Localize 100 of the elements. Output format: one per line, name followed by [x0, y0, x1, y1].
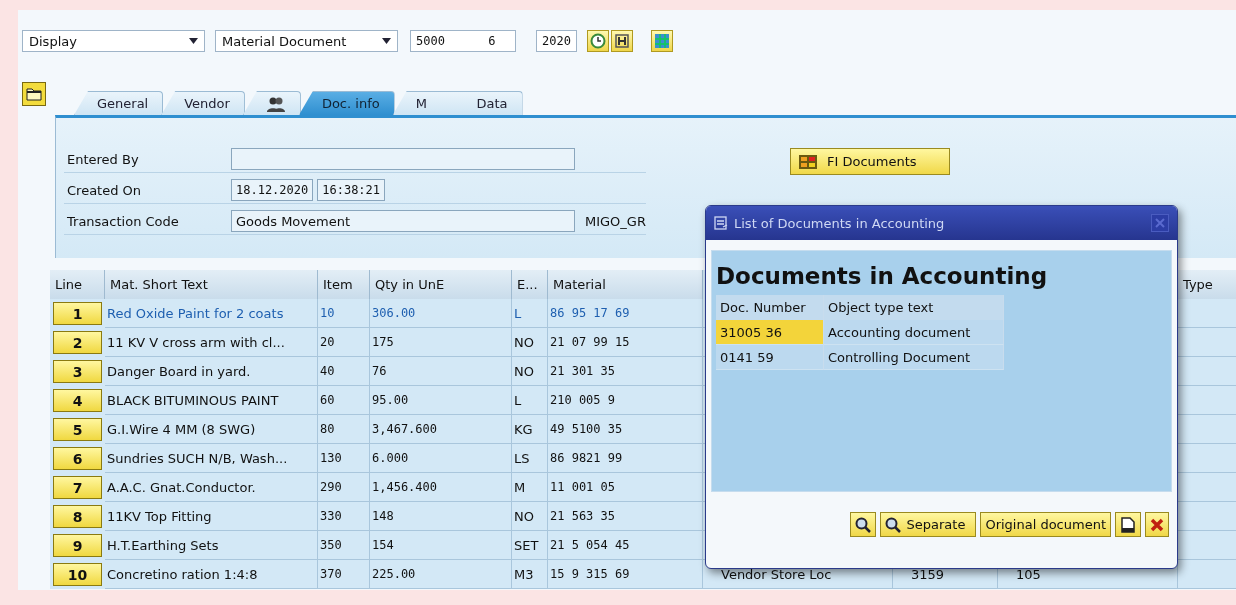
table-cell: 3,467.600: [370, 415, 512, 444]
table-cell: M3: [512, 560, 548, 589]
table-cell: Accounting document: [824, 320, 1004, 345]
input-field[interactable]: Goods Movement: [231, 210, 575, 232]
table-cell: 148: [370, 502, 512, 531]
tab[interactable]: Doc. info: [298, 91, 395, 115]
field-label: Created On: [66, 182, 143, 198]
original-document-button[interactable]: Original document: [980, 512, 1111, 537]
table-cell: 95.00: [370, 386, 512, 415]
tab[interactable]: M Data: [392, 91, 523, 115]
table-cell: Concretino ration 1:4:8: [105, 560, 318, 589]
folder-icon: [26, 87, 42, 101]
tab[interactable]: Vendor: [161, 91, 245, 115]
table-cell: 21 301 35: [548, 357, 703, 386]
table-cell[interactable]: 0141 59: [716, 345, 824, 370]
line-button[interactable]: 10: [53, 563, 102, 586]
cancel-button[interactable]: [1145, 512, 1169, 537]
document-number-field[interactable]: 5000 6: [410, 30, 516, 52]
cancel-icon: [1150, 517, 1164, 532]
table-cell: 225.00: [370, 560, 512, 589]
transaction-code: MIGO_GR: [585, 213, 646, 229]
layout-button[interactable]: [650, 30, 673, 52]
table-cell: L: [512, 386, 548, 415]
table-cell: NO: [512, 357, 548, 386]
table-cell: 10: [318, 299, 370, 328]
dropdown[interactable]: Material Document: [215, 30, 398, 52]
line-button[interactable]: 5: [53, 418, 102, 441]
table-cell: 1,456.400: [370, 473, 512, 502]
hold-button[interactable]: [610, 30, 633, 52]
input-field[interactable]: [231, 148, 575, 170]
table-cell: 21 5 054 45: [548, 531, 703, 560]
table-cell: 350: [318, 531, 370, 560]
line-button[interactable]: 2: [53, 331, 102, 354]
column-header[interactable]: Item: [318, 270, 370, 299]
table-cell: 370: [318, 560, 370, 589]
table-cell: M: [512, 473, 548, 502]
line-button[interactable]: 9: [53, 534, 102, 557]
separate-button[interactable]: Separate: [879, 512, 977, 537]
tab[interactable]: [242, 91, 301, 115]
dialog-heading: Documents in Accounting: [716, 263, 1049, 289]
hold-icon: [613, 33, 630, 49]
line-button[interactable]: 1: [53, 302, 102, 325]
table-cell: L: [512, 299, 548, 328]
list-icon: [714, 216, 728, 230]
table-cell: 21 563 35: [548, 502, 703, 531]
table-cell: 210 005 9: [548, 386, 703, 415]
column-header[interactable]: E...: [512, 270, 548, 299]
column-header[interactable]: Material: [548, 270, 703, 299]
table-cell: NO: [512, 328, 548, 357]
line-button[interactable]: 6: [53, 447, 102, 470]
column-header[interactable]: Qty in UnE: [370, 270, 512, 299]
folder-button[interactable]: [22, 82, 46, 106]
grid-icon: [653, 33, 670, 49]
table-cell: Sundries SUCH N/B, Wash...: [105, 444, 318, 473]
table-cell: NO: [512, 502, 548, 531]
table-cell: Red Oxide Paint for 2 coats: [105, 299, 318, 328]
field-label: Transaction Code: [66, 213, 180, 229]
table-cell: BLACK BITUMINOUS PAINT: [105, 386, 318, 415]
dropdown[interactable]: Display: [22, 30, 205, 52]
dialog-title: List of Documents in Accounting: [734, 215, 946, 231]
table-cell: 290: [318, 473, 370, 502]
table-cell: 175: [370, 328, 512, 357]
line-button[interactable]: 7: [53, 476, 102, 499]
column-header[interactable]: Doc. Number: [716, 295, 824, 320]
table-cell: 21 07 99 15: [548, 328, 703, 357]
people-icon: [265, 95, 286, 112]
line-button[interactable]: 4: [53, 389, 102, 412]
tab[interactable]: General: [74, 91, 164, 115]
input-field[interactable]: 18.12.2020: [231, 179, 314, 201]
table-cell: LS: [512, 444, 548, 473]
table-cell: 6.000: [370, 444, 512, 473]
search-button[interactable]: [849, 512, 876, 537]
column-header[interactable]: Type: [1178, 270, 1236, 299]
table-cell[interactable]: 31005 36: [716, 320, 824, 345]
table-cell: 15 9 315 69: [548, 560, 703, 589]
table-cell: SET: [512, 531, 548, 560]
table-cell: 130: [318, 444, 370, 473]
fi-documents-button[interactable]: FI Documents: [790, 148, 950, 175]
column-header[interactable]: Line: [50, 270, 105, 299]
table-cell: H.T.Earthing Sets: [105, 531, 318, 560]
execute-button[interactable]: [586, 30, 609, 52]
table-cell: Danger Board in yard.: [105, 357, 318, 386]
table-cell: 11 KV V cross arm with cl...: [105, 328, 318, 357]
page-button[interactable]: [1115, 512, 1141, 537]
table-cell: 306.00: [370, 299, 512, 328]
line-button[interactable]: 8: [53, 505, 102, 528]
line-button[interactable]: 3: [53, 360, 102, 383]
input-field[interactable]: 16:38:21: [317, 179, 386, 201]
table-cell: 40: [318, 357, 370, 386]
dropdown-arrow-icon: [189, 38, 198, 44]
column-header[interactable]: Mat. Short Text: [105, 270, 318, 299]
table-cell: 60: [318, 386, 370, 415]
documents-icon: [799, 154, 817, 169]
table-cell: 49 5100 35: [548, 415, 703, 444]
year-field[interactable]: 2020: [536, 30, 577, 52]
table-cell: 330: [318, 502, 370, 531]
column-header[interactable]: Object type text: [824, 295, 1004, 320]
table-cell: 86 9821 99: [548, 444, 703, 473]
clock-icon: [589, 33, 606, 49]
search-icon: [884, 516, 901, 533]
